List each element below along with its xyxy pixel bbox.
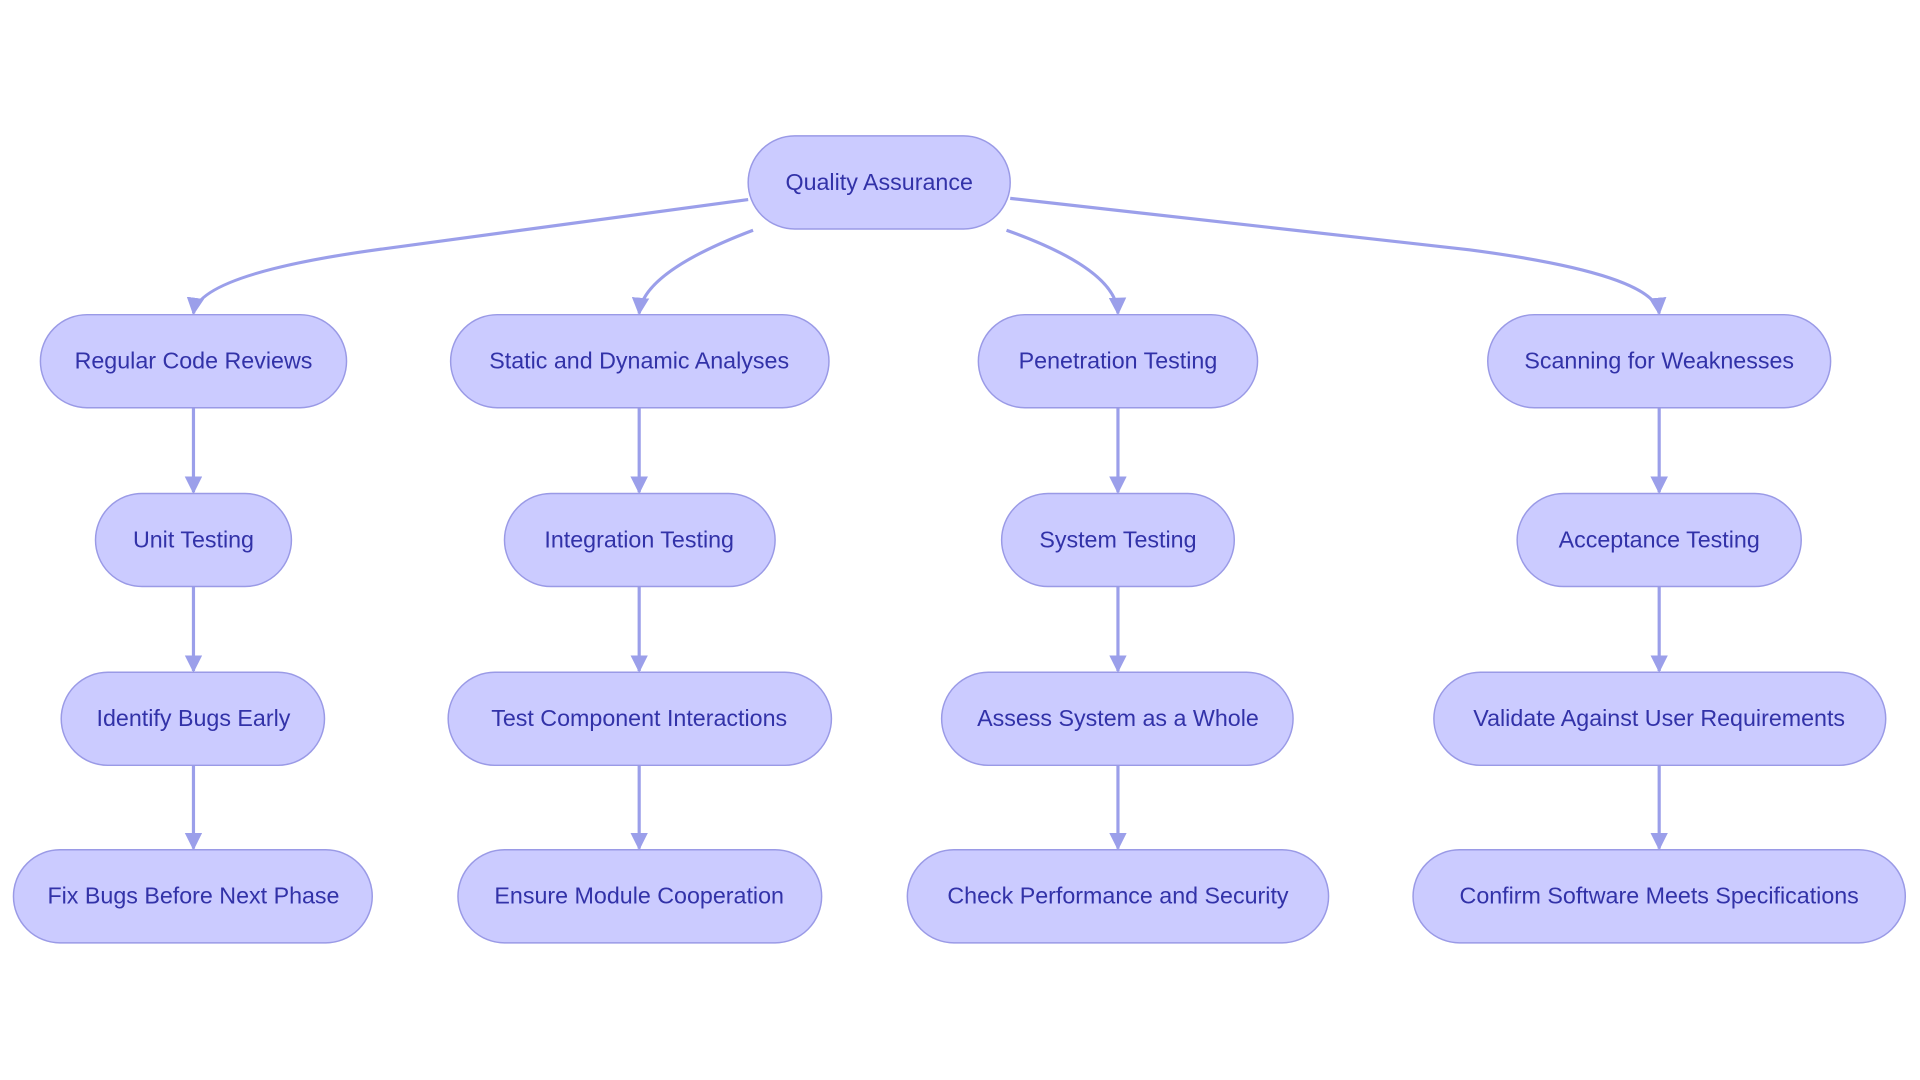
flowchart-canvas: Quality Assurance Regular Code Reviews Uni… <box>12 135 1907 944</box>
node-label: Penetration Testing <box>1019 348 1218 374</box>
node-branch: Regular Code Reviews <box>39 313 348 409</box>
node-step: Unit Testing <box>94 492 293 588</box>
node-label: Validate Against User Requirements <box>1473 705 1845 731</box>
node-step: Check Performance and Security <box>906 849 1330 944</box>
node-branch: Penetration Testing <box>977 313 1259 409</box>
edge-arrow <box>1005 228 1127 316</box>
node-step: System Testing <box>1000 492 1236 588</box>
edge-arrow <box>631 228 754 316</box>
flowchart: Quality Assurance Regular Code Reviews Uni… <box>0 0 1920 1080</box>
node-label: Quality Assurance <box>785 169 972 195</box>
node-label: Ensure Module Cooperation <box>494 883 784 909</box>
edge-arrow <box>186 198 749 316</box>
node-step: Identify Bugs Early <box>60 671 326 767</box>
node-branch: Scanning for Weaknesses <box>1487 313 1832 409</box>
node-label: Integration Testing <box>544 526 734 552</box>
node-root: Quality Assurance <box>747 135 1011 230</box>
node-label: Acceptance Testing <box>1559 526 1760 552</box>
node-step: Validate Against User Requirements <box>1433 671 1887 767</box>
node-step: Assess System as a Whole <box>940 671 1294 767</box>
node-label: Fix Bugs Before Next Phase <box>47 883 339 909</box>
node-label: Assess System as a Whole <box>977 705 1259 731</box>
node-label: Test Component Interactions <box>491 705 787 731</box>
node-label: Regular Code Reviews <box>75 348 313 374</box>
node-step: Acceptance Testing <box>1516 492 1802 588</box>
node-branch: Static and Dynamic Analyses <box>449 313 830 409</box>
node-label: Confirm Software Meets Specifications <box>1460 883 1859 909</box>
node-step: Ensure Module Cooperation <box>457 849 823 944</box>
node-label: Static and Dynamic Analyses <box>489 348 789 374</box>
node-label: Identify Bugs Early <box>97 705 291 731</box>
node-step: Test Component Interactions <box>447 671 833 767</box>
node-label: Check Performance and Security <box>947 883 1289 909</box>
edge-arrow <box>1010 196 1667 316</box>
node-label: Unit Testing <box>133 526 254 552</box>
node-label: System Testing <box>1039 526 1196 552</box>
node-step: Fix Bugs Before Next Phase <box>12 849 373 944</box>
node-step: Integration Testing <box>503 492 776 588</box>
node-step: Confirm Software Meets Specifications <box>1412 849 1907 944</box>
node-label: Scanning for Weaknesses <box>1524 348 1794 374</box>
